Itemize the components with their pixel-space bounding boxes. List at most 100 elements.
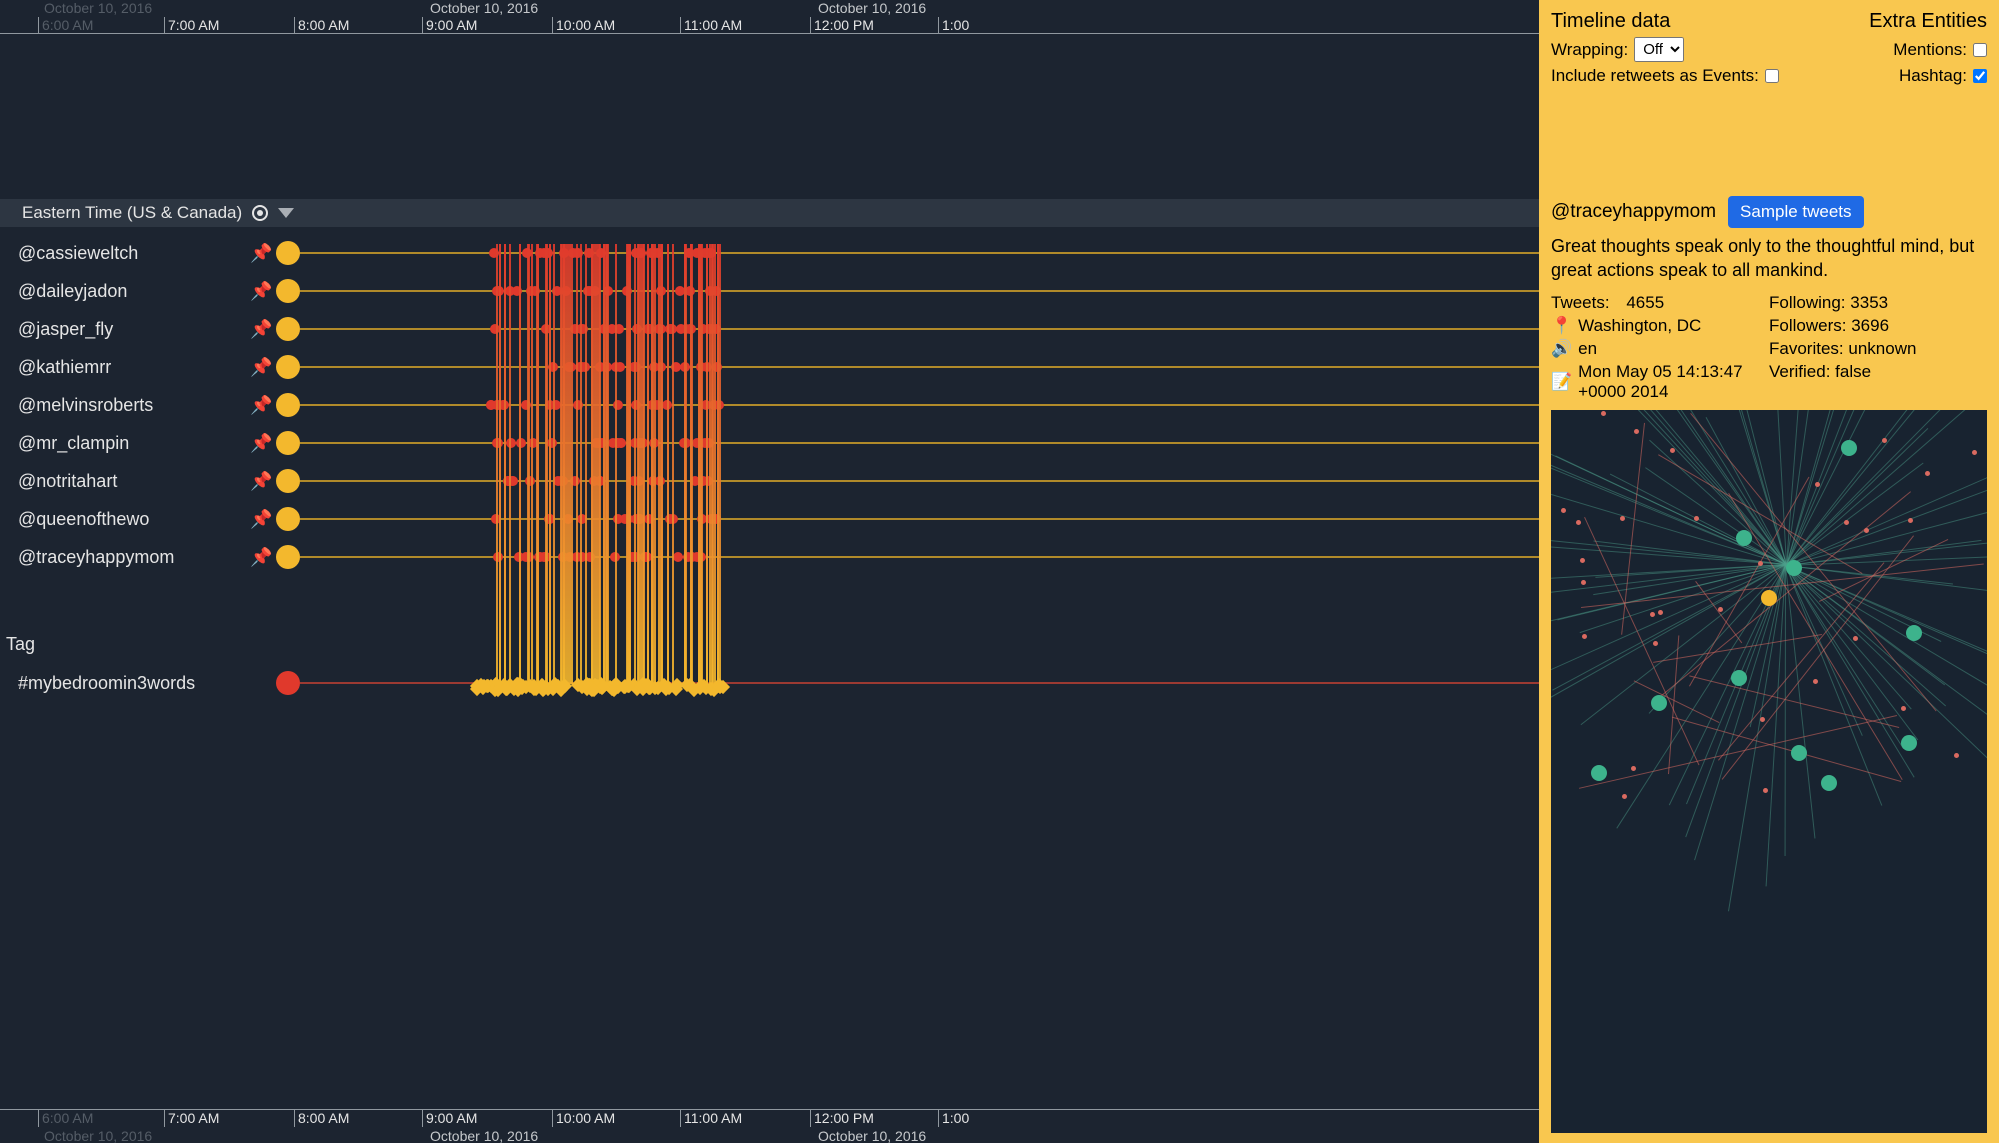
event-dot[interactable] — [711, 286, 721, 296]
graph-node-small[interactable] — [1650, 612, 1655, 617]
event-dot[interactable] — [610, 552, 620, 562]
graph-node[interactable] — [1736, 530, 1752, 546]
event-dot[interactable] — [558, 552, 568, 562]
event-dot[interactable] — [681, 324, 691, 334]
event-dot[interactable] — [600, 362, 610, 372]
event-dot[interactable] — [539, 552, 549, 562]
event-dot[interactable] — [707, 324, 717, 334]
chevron-down-icon[interactable] — [278, 208, 294, 218]
user-row[interactable]: @traceyhappymom📌 — [0, 538, 1539, 576]
event-dot[interactable] — [570, 476, 580, 486]
event-dot[interactable] — [611, 362, 621, 372]
event-dot[interactable] — [656, 362, 666, 372]
graph-node-small[interactable] — [1634, 429, 1639, 434]
target-icon[interactable] — [252, 205, 268, 221]
event-dot[interactable] — [671, 362, 681, 372]
event-dot[interactable] — [635, 514, 645, 524]
event-dot[interactable] — [552, 286, 562, 296]
event-dot[interactable] — [684, 248, 694, 258]
tag-row[interactable]: #mybedroomin3words — [0, 664, 1539, 702]
event-dot[interactable] — [709, 400, 719, 410]
graph-node-small[interactable] — [1864, 528, 1869, 533]
event-dot[interactable] — [631, 248, 641, 258]
event-dot[interactable] — [572, 552, 582, 562]
event-dot[interactable] — [521, 400, 531, 410]
event-dot[interactable] — [585, 552, 595, 562]
event-dot[interactable] — [631, 400, 641, 410]
event-dot[interactable] — [516, 438, 526, 448]
graph-node[interactable] — [1651, 695, 1667, 711]
pin-icon[interactable]: 📌 — [250, 395, 272, 416]
hashtag-checkbox[interactable] — [1973, 69, 1987, 83]
event-dot[interactable] — [647, 400, 657, 410]
event-dot[interactable] — [596, 248, 606, 258]
graph-node-small[interactable] — [1622, 794, 1627, 799]
event-dot[interactable] — [704, 248, 714, 258]
event-dot[interactable] — [492, 286, 502, 296]
event-dot[interactable] — [489, 248, 499, 258]
pin-icon[interactable]: 📌 — [250, 471, 272, 492]
user-row[interactable]: @kathiemrr📌 — [0, 348, 1539, 386]
graph-node-small[interactable] — [1760, 717, 1765, 722]
event-dot[interactable] — [685, 286, 695, 296]
timeline-body[interactable]: Eastern Time (US & Canada) @cassieweltch… — [0, 34, 1539, 1109]
user-node[interactable] — [276, 431, 300, 455]
event-dot[interactable] — [620, 514, 630, 524]
graph-node-small[interactable] — [1901, 706, 1906, 711]
event-dot[interactable] — [507, 476, 517, 486]
pin-icon[interactable]: 📌 — [250, 547, 272, 568]
event-dot[interactable] — [654, 324, 664, 334]
user-row[interactable]: @jasper_fly📌 — [0, 310, 1539, 348]
event-dot[interactable] — [614, 324, 624, 334]
event-dot[interactable] — [541, 324, 551, 334]
graph-node[interactable] — [1791, 745, 1807, 761]
event-dot[interactable] — [585, 286, 595, 296]
graph-node[interactable] — [1731, 670, 1747, 686]
event-dot[interactable] — [577, 514, 587, 524]
event-dot[interactable] — [712, 362, 722, 372]
event-dot[interactable] — [680, 362, 690, 372]
user-node[interactable] — [276, 317, 300, 341]
graph-node-small[interactable] — [1908, 518, 1913, 523]
user-node[interactable] — [276, 279, 300, 303]
time-ruler-top[interactable]: October 10, 2016October 10, 2016October … — [0, 0, 1539, 34]
event-dot[interactable] — [593, 438, 603, 448]
user-row[interactable]: @daileyjadon📌 — [0, 272, 1539, 310]
event-dot[interactable] — [573, 400, 583, 410]
event-dot[interactable] — [564, 362, 574, 372]
graph-node[interactable] — [1841, 440, 1857, 456]
event-dot[interactable] — [641, 552, 651, 562]
graph-node-small[interactable] — [1631, 766, 1636, 771]
time-ruler-bottom[interactable]: 6:00 AM7:00 AM8:00 AM9:00 AM10:00 AM11:0… — [0, 1109, 1539, 1143]
tag-node[interactable] — [276, 671, 300, 695]
event-dot[interactable] — [490, 324, 500, 334]
event-dot[interactable] — [703, 476, 713, 486]
graph-node-small[interactable] — [1576, 520, 1581, 525]
graph-node[interactable] — [1786, 560, 1802, 576]
event-dot[interactable] — [563, 514, 573, 524]
event-dot[interactable] — [584, 248, 594, 258]
event-dot[interactable] — [553, 476, 563, 486]
graph-node-small[interactable] — [1670, 448, 1675, 453]
graph-node-small[interactable] — [1882, 438, 1887, 443]
graph-node-small[interactable] — [1658, 610, 1663, 615]
event-dot[interactable] — [643, 324, 653, 334]
event-dot[interactable] — [530, 286, 540, 296]
event-dot[interactable] — [613, 400, 623, 410]
event-dot[interactable] — [551, 400, 561, 410]
event-dot[interactable] — [681, 438, 691, 448]
user-row[interactable]: @cassieweltch📌 — [0, 234, 1539, 272]
event-dot[interactable] — [665, 324, 675, 334]
event-dot[interactable] — [711, 514, 721, 524]
event-dot[interactable] — [622, 286, 632, 296]
user-row[interactable]: @notritahart📌 — [0, 462, 1539, 500]
retweets-checkbox[interactable] — [1765, 69, 1779, 83]
graph-node-small[interactable] — [1954, 753, 1959, 758]
graph-node-small[interactable] — [1581, 580, 1586, 585]
graph-node-small[interactable] — [1653, 641, 1658, 646]
graph-node-small[interactable] — [1582, 634, 1587, 639]
sample-tweets-button[interactable]: Sample tweets — [1728, 196, 1864, 228]
event-dot[interactable] — [702, 362, 712, 372]
event-dot[interactable] — [580, 362, 590, 372]
graph-node-small[interactable] — [1925, 471, 1930, 476]
